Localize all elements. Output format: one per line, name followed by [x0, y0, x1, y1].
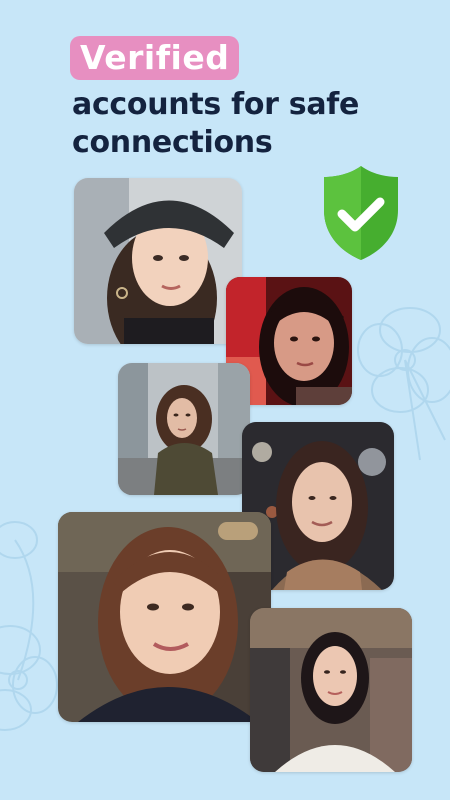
portrait-image	[250, 608, 412, 772]
profile-photo-woman-street[interactable]	[118, 363, 250, 495]
headline-line-1: accounts for safe	[72, 87, 360, 122]
verified-badge: Verified	[70, 36, 240, 80]
headline: Verified accounts for safe connections	[70, 36, 430, 162]
profile-photo-woman-white-sweater[interactable]	[250, 608, 412, 772]
portrait-image	[118, 363, 250, 495]
shield-check-icon	[324, 166, 398, 260]
portrait-image	[58, 512, 271, 722]
profile-photo-woman-black-cap[interactable]	[74, 178, 242, 344]
portrait-image	[74, 178, 242, 344]
profile-photo-woman-smiling-cafe[interactable]	[58, 512, 271, 722]
headline-line-2: connections	[72, 125, 273, 160]
